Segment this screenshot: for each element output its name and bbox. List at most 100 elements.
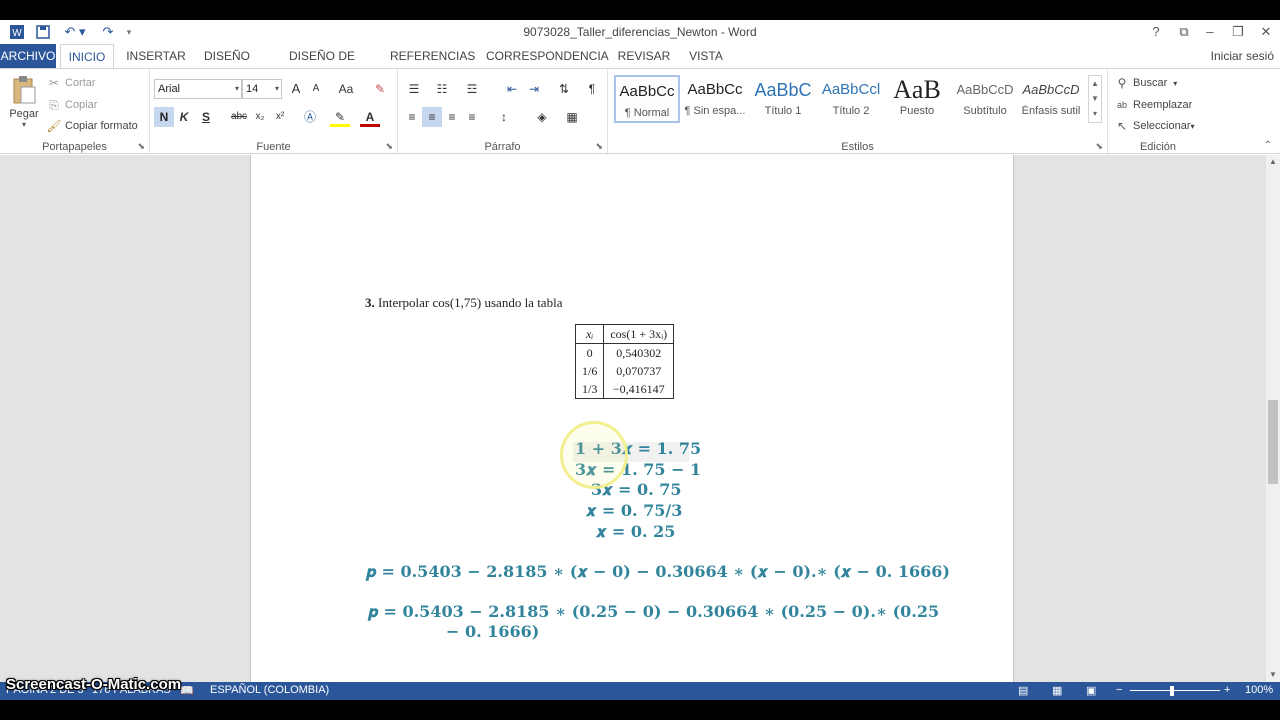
help-button[interactable]: ?	[1142, 22, 1170, 42]
scroll-down-icon[interactable]: ▼	[1266, 668, 1280, 682]
find-button[interactable]: ⚲ Buscar ▾	[1114, 75, 1178, 91]
minimize-button[interactable]: –	[1196, 22, 1224, 42]
formula-p-numeric[interactable]: 𝒑 = 0.5403 − 2.8185 ∗ (0.25 − 0) − 0.306…	[368, 602, 939, 622]
highlight-color-icon[interactable]: ✎	[330, 107, 350, 127]
align-left-icon[interactable]: ≡	[402, 107, 422, 127]
format-painter-button[interactable]: 🖌 Copiar formato	[46, 118, 137, 134]
sort-icon[interactable]: ⇅	[554, 79, 574, 99]
ribbon-display-options-icon[interactable]: ⧉	[1170, 22, 1198, 42]
style-titulo-2[interactable]: AaBbCcl Título 2	[818, 75, 884, 123]
table-row: 1/6 0,070737	[575, 362, 674, 380]
style-enfasis-sutil[interactable]: AaBbCcD Énfasis sutil	[1018, 75, 1084, 123]
style-titulo-1[interactable]: AaBbC Título 1	[750, 75, 816, 123]
underline-button[interactable]: S	[196, 107, 216, 127]
style-puesto[interactable]: AaB Puesto	[884, 75, 950, 123]
web-layout-icon[interactable]: ▣	[1086, 684, 1096, 697]
cut-button[interactable]: ✂ Cortar	[46, 75, 96, 91]
justify-icon[interactable]: ≡	[462, 107, 482, 127]
multilevel-list-icon[interactable]: ☲	[462, 79, 482, 99]
brush-icon: 🖌	[46, 119, 62, 133]
select-button[interactable]: ↖ Seleccionar ▾	[1114, 118, 1195, 134]
align-right-icon[interactable]: ≡	[442, 107, 462, 127]
proofing-icon[interactable]: 📖	[180, 684, 194, 697]
tab-archivo[interactable]: ARCHIVO	[0, 44, 56, 68]
zoom-level[interactable]: 100%	[1245, 684, 1273, 696]
dialog-launcher-icon[interactable]: ⬊	[385, 141, 393, 152]
print-layout-icon[interactable]: ▦	[1052, 684, 1062, 697]
bold-button[interactable]: N	[154, 107, 174, 127]
align-center-icon[interactable]: ≡	[422, 107, 442, 127]
binoculars-icon: ⚲	[1117, 76, 1127, 90]
style-name: Título 1	[764, 105, 802, 117]
styles-group-label: Estilos	[841, 141, 874, 153]
bullets-icon[interactable]: ☰	[404, 79, 424, 99]
table-cell: −0,416147	[612, 382, 665, 396]
editing-group-label: Edición	[1139, 141, 1177, 153]
zoom-in-icon[interactable]: +	[1224, 684, 1230, 696]
tab-revisar[interactable]: REVISAR	[614, 44, 674, 68]
paste-button[interactable]: Pegar ▾	[8, 75, 40, 129]
grow-font-button[interactable]: A	[286, 79, 306, 99]
style-name: ¶ Sin espa...	[684, 105, 746, 117]
styles-group: AaBbCc ¶ Normal AaBbCc ¶ Sin espa... AaB…	[608, 69, 1108, 155]
scroll-up-icon[interactable]: ▲	[1266, 155, 1280, 169]
zoom-slider[interactable]	[1130, 690, 1220, 691]
title-bar: W ↶ ▾ ↷ ▾ 9073028_Taller_diferencias_New…	[0, 20, 1280, 44]
copy-button[interactable]: ⎘ Copiar	[46, 97, 97, 113]
table-row: 0 0,540302	[575, 343, 674, 362]
dialog-launcher-icon[interactable]: ⬊	[595, 141, 603, 152]
style-normal[interactable]: AaBbCc ¶ Normal	[614, 75, 680, 123]
zoom-out-icon[interactable]: −	[1116, 684, 1122, 696]
tab-vista[interactable]: VISTA	[684, 44, 728, 68]
data-table: xᵢ cos(1 + 3xᵢ) 0 0,540302 1/6 0,070737 …	[575, 324, 675, 399]
subscript-button[interactable]: x₂	[250, 107, 270, 127]
clear-formatting-icon[interactable]: ✎	[370, 79, 390, 99]
formula-p-numeric-cont[interactable]: − 0. 1666)	[446, 622, 539, 641]
borders-icon[interactable]: ▦	[562, 107, 582, 127]
font-name-combo[interactable]: Arial ▾	[154, 79, 242, 99]
tab-inicio[interactable]: INICIO	[60, 44, 114, 68]
tab-diseno-pagina[interactable]: DISEÑO DE PÁGINA	[266, 44, 378, 87]
shading-icon[interactable]: ◈	[532, 107, 552, 127]
numbering-icon[interactable]: ☷	[432, 79, 452, 99]
window-title: 9073028_Taller_diferencias_Newton - Word	[523, 25, 757, 39]
decrease-indent-icon[interactable]: ⇤	[502, 79, 522, 99]
close-button[interactable]: ✕	[1252, 22, 1280, 42]
change-case-button[interactable]: Aa	[332, 79, 360, 99]
italic-button[interactable]: K	[174, 107, 194, 127]
font-size-combo[interactable]: 14 ▾	[242, 79, 282, 99]
document-page[interactable]: 3. Interpolar cos(1,75) usando la tabla …	[250, 155, 1014, 682]
increase-indent-icon[interactable]: ⇥	[524, 79, 544, 99]
style-subtitulo[interactable]: AaBbCcD Subtítulo	[952, 75, 1018, 123]
strikethrough-button[interactable]: abc	[228, 107, 250, 127]
styles-gallery-scroll[interactable]: ▲ ▼ ▾	[1088, 75, 1102, 123]
show-marks-icon[interactable]: ¶	[582, 79, 602, 99]
shrink-font-button[interactable]: A	[306, 79, 326, 99]
collapse-ribbon-icon[interactable]: ⌃	[1264, 140, 1272, 151]
language-indicator[interactable]: ESPAÑOL (COLOMBIA)	[210, 684, 329, 696]
question-body: Interpolar cos(1,75) usando la tabla	[378, 295, 563, 310]
equation-line[interactable]: 𝒙 = 0. 25	[596, 522, 675, 542]
font-group: Arial ▾ 14 ▾ A A Aa ✎ N K S abc x₂ x² Ⓐ ✎ …	[150, 69, 398, 155]
style-sin-espaciado[interactable]: AaBbCc ¶ Sin espa...	[682, 75, 748, 123]
formula-p-symbolic[interactable]: 𝒑 = 0.5403 − 2.8185 ∗ (𝒙 − 0) − 0.30664 …	[366, 562, 950, 582]
tab-correspondencia[interactable]: CORRESPONDENCIA	[486, 44, 609, 68]
zoom-slider-thumb[interactable]	[1170, 686, 1174, 696]
tab-diseno[interactable]: DISEÑO	[198, 44, 256, 68]
text-effects-icon[interactable]: Ⓐ	[300, 107, 320, 127]
tab-referencias[interactable]: REFERENCIAS	[390, 44, 475, 68]
font-color-icon[interactable]: A	[360, 107, 380, 127]
replace-button[interactable]: ab Reemplazar	[1114, 97, 1192, 113]
restore-button[interactable]: ❐	[1224, 22, 1252, 42]
superscript-button[interactable]: x²	[270, 107, 290, 127]
scrollbar-thumb[interactable]	[1268, 400, 1278, 484]
read-mode-icon[interactable]: ▤	[1018, 684, 1028, 697]
dialog-launcher-icon[interactable]: ⬊	[137, 141, 145, 152]
sign-in-link[interactable]: Iniciar sesió	[1211, 44, 1274, 68]
line-spacing-icon[interactable]: ↕	[494, 107, 514, 127]
equation-line[interactable]: 𝒙 = 0. 75/3	[586, 501, 682, 521]
cut-label: Cortar	[65, 77, 96, 89]
tab-insertar[interactable]: INSERTAR	[124, 44, 188, 68]
dialog-launcher-icon[interactable]: ⬊	[1095, 141, 1103, 152]
vertical-scrollbar[interactable]: ▲ ▼	[1266, 155, 1280, 682]
